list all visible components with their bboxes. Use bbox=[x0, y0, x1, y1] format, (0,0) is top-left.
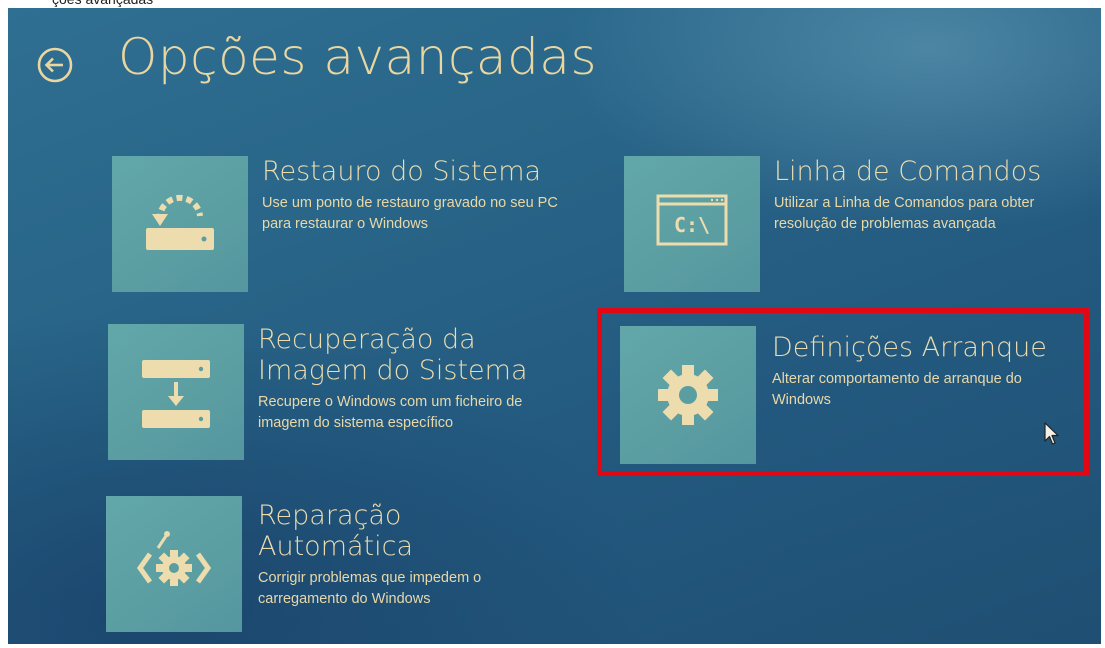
back-button[interactable] bbox=[36, 46, 74, 84]
option-title: Restauro do Sistema bbox=[262, 156, 542, 187]
advanced-options-screen: Opções avançadas Restauro do Sistema Use… bbox=[8, 8, 1101, 644]
system-image-icon bbox=[142, 360, 210, 428]
option-text: Linha de Comandos Utilizar a Linha de Co… bbox=[774, 156, 1094, 235]
system-restore-icon bbox=[146, 194, 214, 250]
option-description: Utilizar a Linha de Comandos para obter … bbox=[774, 195, 1035, 232]
option-tile bbox=[112, 156, 248, 292]
option-description: Recupere o Windows com um ficheiro de im… bbox=[258, 394, 523, 431]
automatic-repair-icon bbox=[136, 531, 212, 586]
command-prompt-icon-text: C:\ bbox=[674, 213, 710, 237]
option-tile: C:\ bbox=[624, 156, 760, 292]
option-automatic-repair[interactable]: Reparação Automática Corrigir problemas … bbox=[106, 496, 586, 632]
option-title: Reparação Automática bbox=[258, 500, 414, 562]
caption-text: ções avançadas bbox=[52, 0, 153, 7]
back-arrow-circle-icon bbox=[37, 47, 73, 83]
option-description: Corrigir problemas que impedem o carrega… bbox=[258, 570, 482, 607]
option-system-image-recovery[interactable]: Recuperação da Imagem do Sistema Recuper… bbox=[108, 324, 588, 460]
option-system-restore[interactable]: Restauro do Sistema Use um ponto de rest… bbox=[112, 156, 582, 292]
option-tile bbox=[106, 496, 242, 632]
command-prompt-icon: C:\ bbox=[656, 194, 728, 246]
page-title: Opções avançadas bbox=[118, 28, 597, 86]
option-text: Definições Arranque Alterar comportament… bbox=[772, 332, 1092, 411]
option-title: Recuperação da Imagem do Sistema bbox=[258, 324, 528, 386]
option-tile bbox=[620, 326, 756, 464]
option-text: Recuperação da Imagem do Sistema Recuper… bbox=[258, 324, 578, 434]
option-description: Use um ponto de restauro gravado no seu … bbox=[262, 195, 558, 232]
option-title: Definições Arranque bbox=[772, 332, 1047, 363]
option-text: Reparação Automática Corrigir problemas … bbox=[258, 500, 578, 610]
mouse-pointer-icon bbox=[1044, 422, 1059, 445]
option-title: Linha de Comandos bbox=[774, 156, 1042, 187]
option-text: Restauro do Sistema Use um ponto de rest… bbox=[262, 156, 582, 235]
gear-icon bbox=[658, 365, 718, 425]
option-description: Alterar comportamento de arranque do Win… bbox=[772, 371, 1022, 408]
option-startup-settings[interactable]: Definições Arranque Alterar comportament… bbox=[620, 326, 1085, 466]
option-tile bbox=[108, 324, 244, 460]
option-command-prompt[interactable]: C:\ Linha de Comandos Utilizar a Linha d… bbox=[624, 156, 1089, 292]
